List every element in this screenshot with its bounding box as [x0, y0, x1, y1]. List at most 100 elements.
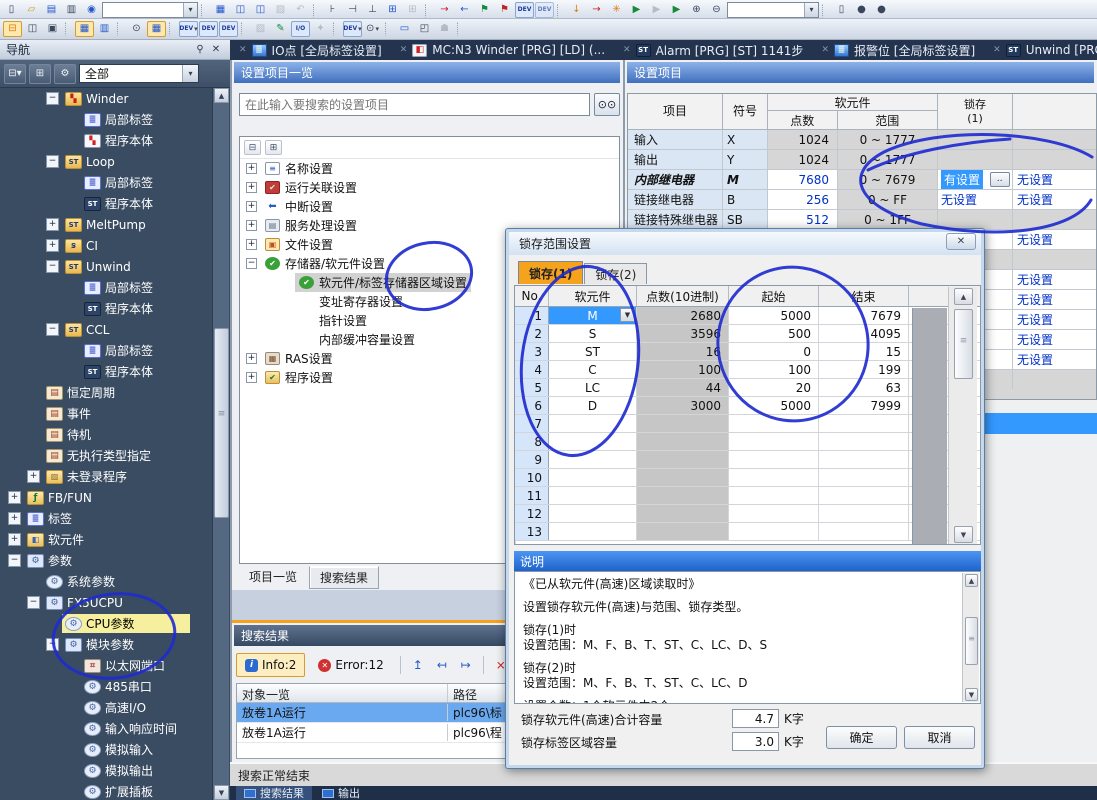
- end-cell[interactable]: 199: [819, 361, 909, 378]
- device-cell[interactable]: M: [549, 307, 637, 324]
- nav-tree-item[interactable]: 局部标签: [0, 109, 212, 130]
- device-pair-icon[interactable]: DEV: [219, 21, 238, 37]
- separator[interactable]: [457, 22, 464, 36]
- copy2-icon[interactable]: ◫: [251, 2, 270, 18]
- zoom-out-icon[interactable]: ⊖: [707, 2, 726, 18]
- paste-icon[interactable]: ▦: [211, 2, 230, 18]
- nav-tree-item[interactable]: CPU参数: [0, 613, 212, 634]
- window-small-icon[interactable]: ▭: [395, 21, 414, 37]
- tree-expander-icon[interactable]: [27, 470, 40, 483]
- tree-expander-icon[interactable]: [27, 386, 40, 399]
- latch1-cell[interactable]: [938, 150, 1013, 169]
- tree-expander-icon[interactable]: [8, 512, 21, 525]
- ladder-open-icon[interactable]: ⊦: [323, 2, 342, 18]
- nav-tree-item[interactable]: 事件: [0, 403, 212, 424]
- start-cell[interactable]: 0: [729, 343, 819, 360]
- latch2-cell[interactable]: [1013, 370, 1096, 389]
- nav-tree-item[interactable]: CI: [0, 235, 212, 256]
- nav-tree-item[interactable]: 待机: [0, 424, 212, 445]
- points-cell[interactable]: [637, 469, 729, 486]
- points-cell[interactable]: [637, 415, 729, 432]
- end-cell[interactable]: [819, 523, 909, 540]
- help-icon[interactable]: ◉: [82, 2, 101, 18]
- window-rotate-icon[interactable]: ◰: [415, 21, 434, 37]
- ladder-close-icon[interactable]: ⊣: [343, 2, 362, 18]
- start-cell[interactable]: [729, 469, 819, 486]
- nav-tree-item[interactable]: 高速I/O: [0, 697, 212, 718]
- document-tab[interactable]: ✕ MC:N3 Winder [PRG] [LD] (...: [391, 40, 614, 60]
- project-combo[interactable]: [102, 2, 198, 18]
- setting-tree-item[interactable]: 运行关联设置: [240, 178, 619, 197]
- latch2-cell[interactable]: 无设置: [1013, 270, 1096, 289]
- tree-expander-icon[interactable]: [65, 197, 78, 210]
- start-cell[interactable]: [729, 505, 819, 522]
- scrollbar-thumb[interactable]: [954, 309, 973, 379]
- tree-expander-icon[interactable]: [65, 281, 78, 294]
- window-ladder-icon[interactable]: ▦: [75, 21, 94, 37]
- nav-tree-item[interactable]: 局部标签: [0, 277, 212, 298]
- end-cell[interactable]: [819, 505, 909, 522]
- zoom-combo[interactable]: [727, 2, 819, 18]
- nav-tree-item[interactable]: 程序本体: [0, 361, 212, 382]
- nav-tree-item[interactable]: 局部标签: [0, 340, 212, 361]
- tree-expander-icon[interactable]: [280, 277, 291, 288]
- tree-expander-icon[interactable]: [65, 659, 78, 672]
- device-grid-icon[interactable]: DEV: [199, 21, 218, 37]
- jump-next-icon[interactable]: ↦: [456, 655, 476, 675]
- close-icon[interactable]: ✕: [208, 43, 224, 57]
- tree-expander-icon[interactable]: [46, 638, 59, 651]
- latch2-cell[interactable]: [1013, 210, 1096, 229]
- start-cell[interactable]: 500: [729, 325, 819, 342]
- ladder-coil-icon[interactable]: ⊥: [363, 2, 382, 18]
- zoom-in-icon[interactable]: ⊕: [687, 2, 706, 18]
- latch1-cell[interactable]: 有设置: [938, 170, 1013, 189]
- tree-expander-icon[interactable]: [246, 182, 257, 193]
- points-cell[interactable]: 44: [637, 379, 729, 396]
- end-cell[interactable]: 7999: [819, 397, 909, 414]
- start-cell[interactable]: [729, 451, 819, 468]
- start-cell[interactable]: 5000: [729, 307, 819, 324]
- nav-scrollbar[interactable]: ▲ ▼: [212, 88, 229, 800]
- cut-icon[interactable]: ▨: [271, 2, 290, 18]
- transfer-icon[interactable]: →: [587, 2, 606, 18]
- search-button[interactable]: ⊙⊙: [594, 93, 620, 116]
- tree-expander-icon[interactable]: [46, 239, 59, 252]
- binoculars-icon[interactable]: ⊙: [127, 21, 146, 37]
- points-cell[interactable]: 100: [637, 361, 729, 378]
- tab-close-icon[interactable]: ✕: [623, 45, 631, 55]
- document-tab[interactable]: ✕ Alarm [PRG] [ST] 1141步: [614, 40, 812, 60]
- nav-tree-item[interactable]: 程序本体: [0, 298, 212, 319]
- tree-expander-icon[interactable]: [46, 617, 59, 630]
- nav-tree-item[interactable]: 485串口: [0, 676, 212, 697]
- latch2-cell[interactable]: [1013, 150, 1096, 169]
- nav-tree-item[interactable]: 程序本体: [0, 193, 212, 214]
- end-cell[interactable]: [819, 487, 909, 504]
- start-cell[interactable]: [729, 487, 819, 504]
- nav-filter-combobox[interactable]: 全部: [79, 64, 199, 83]
- grid-view2-icon[interactable]: ⊞: [403, 2, 422, 18]
- device-cell[interactable]: LC: [549, 379, 637, 396]
- separator[interactable]: [822, 4, 829, 18]
- device-find-icon[interactable]: DEV: [515, 2, 534, 18]
- nav-tree-item[interactable]: 模块参数: [0, 634, 212, 655]
- tree-filter-icon[interactable]: ⊟▾: [4, 64, 26, 84]
- gear-icon[interactable]: ⚙: [54, 64, 76, 84]
- nav-tree-item[interactable]: MeltPump: [0, 214, 212, 235]
- points-cell[interactable]: 3000: [637, 397, 729, 414]
- flag-find-icon[interactable]: ⚑: [475, 2, 494, 18]
- tree-expander-icon[interactable]: [8, 533, 21, 546]
- points-cell[interactable]: [637, 523, 729, 540]
- collapse-all-icon[interactable]: ⊟: [244, 140, 261, 155]
- nav-scrollbar-thumb[interactable]: [214, 328, 229, 518]
- nav-tree-item[interactable]: 输入响应时间: [0, 718, 212, 739]
- tree-expander-icon[interactable]: [65, 134, 78, 147]
- tree-expander-icon[interactable]: [246, 353, 257, 364]
- jump-top-icon[interactable]: ↥: [408, 655, 428, 675]
- device-cell[interactable]: D: [549, 397, 637, 414]
- device-cell[interactable]: [549, 451, 637, 468]
- spark-icon[interactable]: ✳: [607, 2, 626, 18]
- browse-button[interactable]: [990, 172, 1010, 187]
- tree-expander-icon[interactable]: [246, 201, 257, 212]
- tree-expander-icon[interactable]: [27, 596, 40, 609]
- separator[interactable]: [65, 22, 72, 36]
